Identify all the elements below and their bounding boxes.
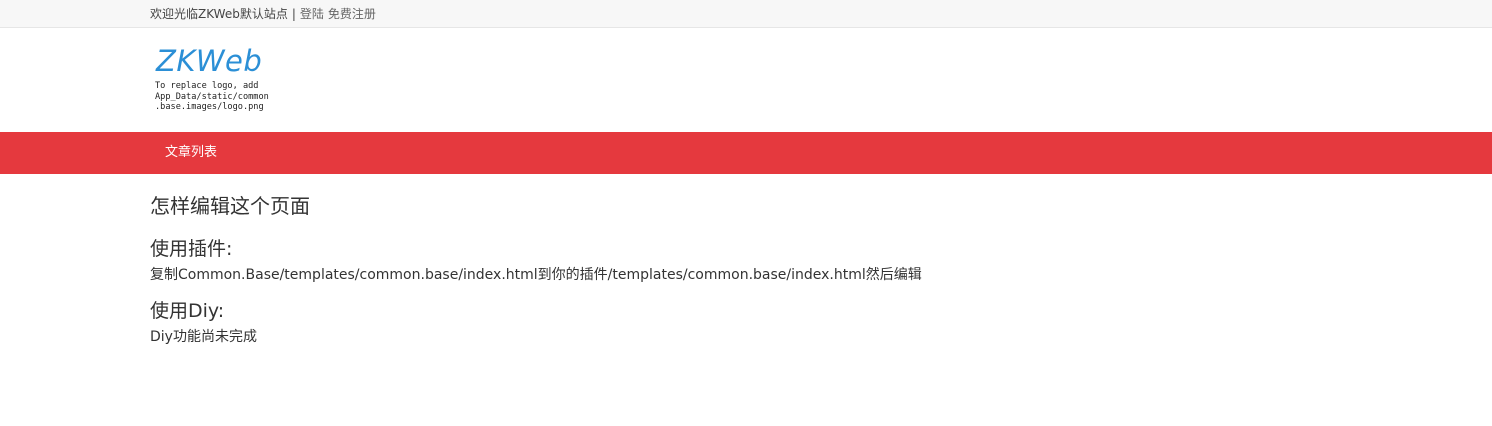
section-text-plugin: 复制Common.Base/templates/common.base/inde… bbox=[150, 267, 922, 283]
top-bar: 欢迎光临ZKWeb默认站点 | 登陆 免费注册 bbox=[0, 0, 1492, 28]
logo-placeholder-note: To replace logo, add App_Data/static/com… bbox=[155, 81, 269, 112]
page-title: 怎样编辑这个页面 bbox=[150, 194, 310, 218]
login-link[interactable]: 登陆 bbox=[300, 7, 324, 21]
welcome-text: 欢迎光临ZKWeb默认站点 bbox=[150, 7, 288, 21]
logo-wordmark: ZKWeb bbox=[156, 44, 263, 78]
main-content: 怎样编辑这个页面 使用插件: 复制Common.Base/templates/c… bbox=[150, 186, 1350, 348]
register-link[interactable]: 免费注册 bbox=[328, 7, 376, 21]
top-bar-links: 欢迎光临ZKWeb默认站点 | 登陆 免费注册 bbox=[150, 6, 376, 22]
section-heading-plugin: 使用插件: bbox=[150, 238, 233, 260]
section-text-diy: Diy功能尚未完成 bbox=[150, 329, 257, 345]
site-logo[interactable]: ZKWeb To replace logo, add App_Data/stat… bbox=[154, 44, 284, 116]
section-heading-diy: 使用Diy: bbox=[150, 300, 225, 322]
main-nav: 文章列表 bbox=[0, 132, 1492, 174]
nav-item-article-list[interactable]: 文章列表 bbox=[150, 132, 232, 174]
separator: | bbox=[291, 7, 296, 21]
